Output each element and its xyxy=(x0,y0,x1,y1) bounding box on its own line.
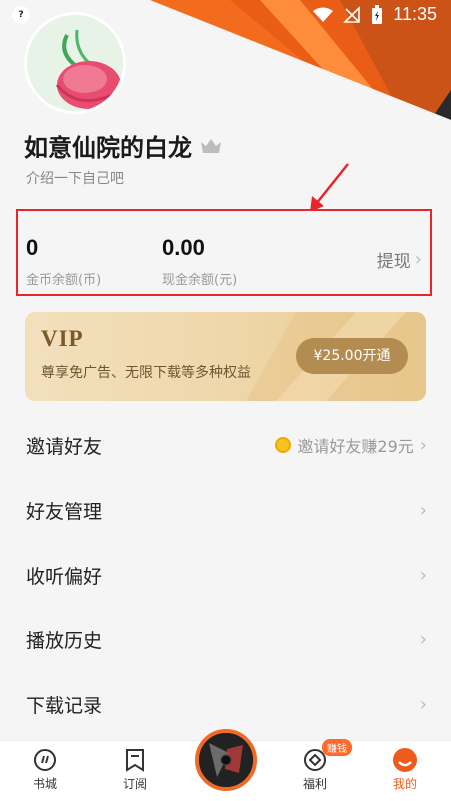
menu-item-friend-management[interactable]: 好友管理 › xyxy=(0,478,451,542)
menu-item-label: 好友管理 xyxy=(26,500,103,523)
cash-balance[interactable]: 0.00 现金余额(元) xyxy=(162,235,237,288)
menu-item-download-records[interactable]: 下载记录 › xyxy=(0,672,451,736)
cash-balance-value: 0.00 xyxy=(162,235,205,260)
menu-item-play-history[interactable]: 播放历史 › xyxy=(0,607,451,671)
coin-balance[interactable]: 0 金币余额(币) xyxy=(26,235,101,288)
profile-name: 如意仙院的白龙 xyxy=(24,134,192,162)
tab-label: 书城 xyxy=(32,777,57,791)
coin-balance-value: 0 xyxy=(26,235,39,260)
tab-subscribe[interactable]: 订阅 xyxy=(105,747,165,792)
vip-description: 尊享免广告、无限下载等多种权益 xyxy=(41,365,251,381)
invite-reward-text: 邀请好友赚29元 xyxy=(297,437,414,456)
status-time: 11:35 xyxy=(393,4,437,24)
battery-icon xyxy=(372,4,383,24)
withdraw-button[interactable]: 提现 › xyxy=(377,247,422,272)
vip-title: VIP xyxy=(41,326,84,351)
chevron-right-icon: › xyxy=(419,499,427,521)
bottom-tab-bar: 书城 订阅 赚钱 福利 我的 xyxy=(0,729,451,801)
welfare-icon xyxy=(304,749,326,771)
now-playing-disc[interactable] xyxy=(195,729,257,791)
cast-icon: ? xyxy=(12,6,30,24)
tab-mine[interactable]: 我的 xyxy=(375,747,435,792)
chevron-right-icon: › xyxy=(414,249,422,270)
menu-item-label: 下载记录 xyxy=(26,694,103,717)
wifi-icon xyxy=(313,7,334,22)
vip-banner[interactable]: VIP 尊享免广告、无限下载等多种权益 ¥25.00开通 xyxy=(25,312,426,401)
chevron-right-icon: › xyxy=(419,693,427,715)
wallet-panel: 0 金币余额(币) 0.00 现金余额(元) 提现 › xyxy=(16,209,432,296)
chevron-right-icon: › xyxy=(419,564,427,586)
album-cover-icon xyxy=(199,733,253,787)
vip-activate-button[interactable]: ¥25.00开通 xyxy=(296,338,408,374)
book-city-icon xyxy=(34,749,56,771)
subscribe-icon xyxy=(126,749,144,772)
profile-bio[interactable]: 介绍一下自己吧 xyxy=(26,168,124,188)
chevron-right-icon: › xyxy=(419,434,427,456)
withdraw-label: 提现 xyxy=(376,252,411,272)
tab-book-city[interactable]: 书城 xyxy=(15,747,75,792)
menu-item-label: 播放历史 xyxy=(26,629,103,652)
coin-balance-label: 金币余额(币) xyxy=(26,273,102,288)
menu-item-listening-preference[interactable]: 收听偏好 › xyxy=(0,543,451,607)
tab-label: 订阅 xyxy=(122,777,147,791)
menu-item-label: 收听偏好 xyxy=(26,565,103,588)
profile-name-row[interactable]: 如意仙院的白龙 xyxy=(24,128,222,163)
avatar[interactable] xyxy=(24,12,126,114)
coin-icon xyxy=(275,437,292,453)
menu-item-invite-friends[interactable]: 邀请好友 邀请好友赚29元 › xyxy=(0,413,451,477)
menu-item-label: 邀请好友 xyxy=(26,435,103,458)
tab-welfare[interactable]: 福利 xyxy=(285,747,345,792)
profile-icon xyxy=(393,748,417,772)
chevron-right-icon: › xyxy=(419,628,427,650)
cash-balance-label: 现金余额(元) xyxy=(162,273,238,288)
no-signal-icon xyxy=(343,5,361,23)
tab-label: 福利 xyxy=(302,777,327,791)
tab-label: 我的 xyxy=(392,777,417,791)
crown-icon xyxy=(201,138,221,153)
